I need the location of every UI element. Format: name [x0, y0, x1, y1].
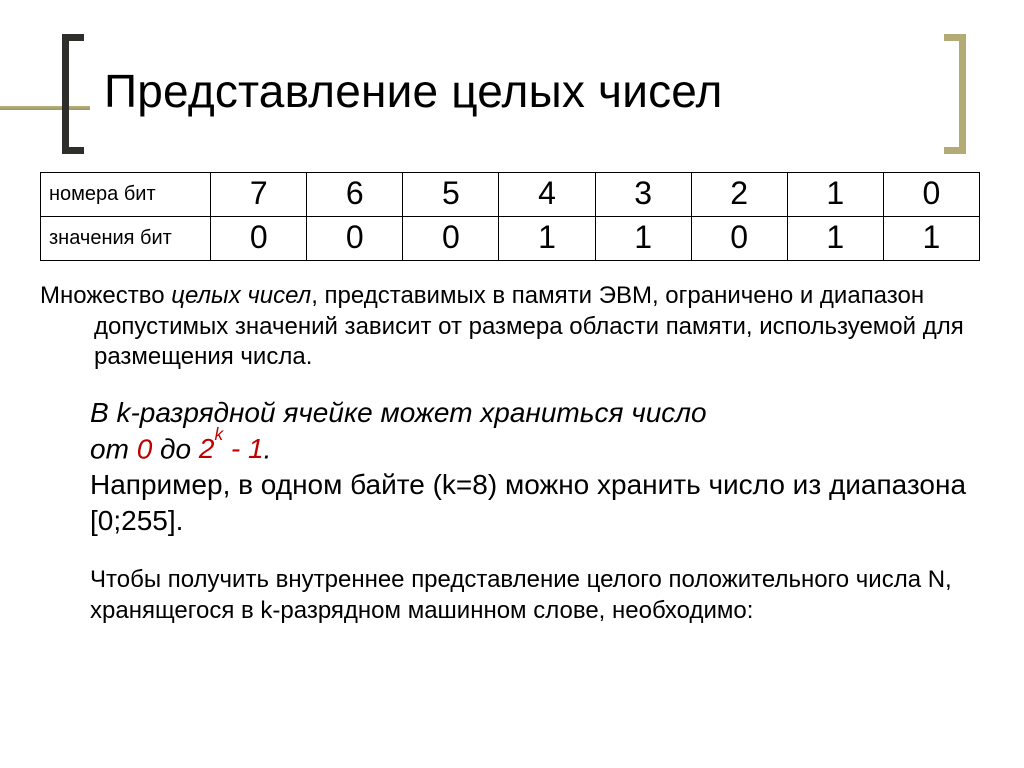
text-line: Например, в одном байте (k=8) можно хран… — [90, 467, 984, 539]
table-row: номера бит 7 6 5 4 3 2 1 0 — [41, 173, 980, 217]
bit-number-cell: 3 — [595, 173, 691, 217]
text: Множество — [40, 282, 171, 309]
paragraph-3: Чтобы получить внутреннее представление … — [40, 565, 984, 626]
bit-value-cell: 1 — [595, 217, 691, 261]
text: от — [90, 433, 137, 464]
bit-number-cell: 5 — [403, 173, 499, 217]
table-row: значения бит 0 0 0 1 1 0 1 1 — [41, 217, 980, 261]
bit-value-cell: 1 — [883, 217, 979, 261]
bit-number-cell: 7 — [211, 173, 307, 217]
paragraph-2: В k-разрядной ячейке может храниться чис… — [40, 395, 984, 539]
base: 2 — [199, 433, 215, 464]
text: . — [264, 433, 272, 464]
slide-title: Представление целых чисел — [104, 64, 723, 118]
bit-number-cell: 0 — [883, 173, 979, 217]
exponent: k — [214, 424, 223, 444]
text-line: от 0 до 2k - 1. — [90, 431, 984, 467]
title-block: Представление целых чисел — [40, 34, 984, 154]
bit-table: номера бит 7 6 5 4 3 2 1 0 значения бит … — [40, 172, 980, 261]
paragraph-1: Множество целых чисел, представимых в па… — [40, 281, 984, 373]
highlight-zero: 0 — [137, 433, 153, 464]
bit-number-cell: 2 — [691, 173, 787, 217]
tail: - 1 — [223, 433, 263, 464]
text-line: В k-разрядной ячейке может храниться чис… — [90, 395, 984, 431]
row-label-bit-numbers: номера бит — [41, 173, 211, 217]
row-label-bit-values: значения бит — [41, 217, 211, 261]
bit-value-cell: 0 — [403, 217, 499, 261]
bit-value-cell: 1 — [787, 217, 883, 261]
left-bracket-decoration — [62, 34, 88, 154]
bit-number-cell: 4 — [499, 173, 595, 217]
right-bracket-decoration — [940, 34, 966, 154]
bit-number-cell: 6 — [307, 173, 403, 217]
bit-value-cell: 0 — [307, 217, 403, 261]
bit-value-cell: 0 — [691, 217, 787, 261]
bit-value-cell: 0 — [211, 217, 307, 261]
text: до — [152, 433, 199, 464]
bit-number-cell: 1 — [787, 173, 883, 217]
highlight-power: 2k - 1 — [199, 433, 264, 464]
italic-term: целых чисел — [171, 282, 311, 309]
bit-value-cell: 1 — [499, 217, 595, 261]
